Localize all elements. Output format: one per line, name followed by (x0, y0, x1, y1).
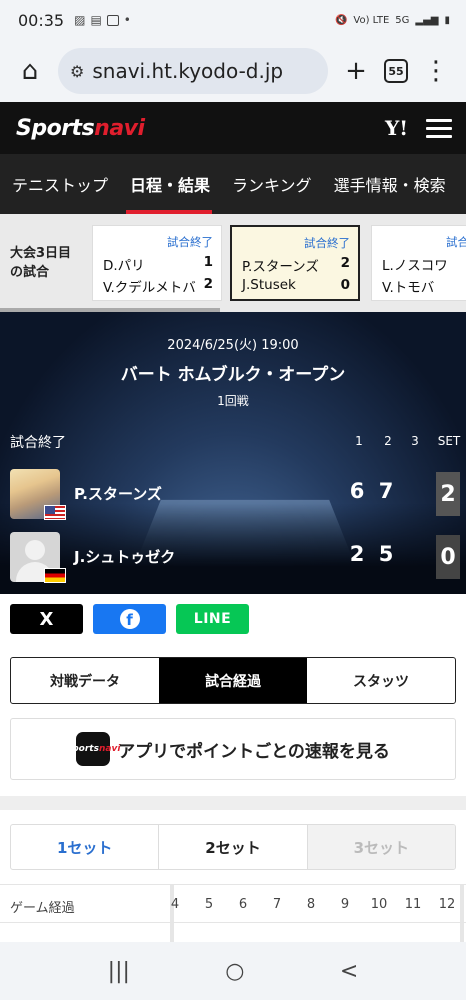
battery-icon: ▮ (444, 15, 450, 26)
tab-stats[interactable]: スタッツ (307, 658, 455, 703)
player-row[interactable]: P.スターンズ 6 7 2 (10, 469, 456, 519)
column-set2: 2 (378, 434, 398, 448)
share-facebook-button[interactable]: f (93, 604, 166, 634)
game-number: 8 (299, 897, 323, 912)
game-progress-table: ゲーム経過 4 5 6 7 8 9 10 11 12 (0, 884, 466, 944)
set1-score: 6 (345, 479, 369, 503)
mute-icon: 🔇 (335, 15, 347, 26)
calendar-icon: ▤ (90, 13, 101, 27)
tab-count: 55 (384, 59, 408, 83)
nav-tab-schedule-results[interactable]: 日程・結果 (118, 154, 220, 214)
nav-tab-tennis-top[interactable]: テニストップ (0, 154, 118, 214)
player-name: J.シュトゥゼク (74, 546, 175, 567)
usa-flag-icon (44, 505, 66, 520)
column-set3: 3 (405, 434, 425, 448)
match-status: 試合終了 (10, 432, 66, 452)
volte-label: Vo) LTE (353, 15, 389, 26)
sportsnavi-app-icon: Sports navi (76, 732, 110, 766)
status-time: 00:35 (18, 11, 64, 30)
strip-label: 大会3日目 の試合 (0, 244, 92, 282)
tab-switcher-button[interactable]: 55 (376, 51, 416, 91)
match-card[interactable]: 試合終了 D.パリ 1 V.クデルメトバ 2 (92, 225, 222, 301)
home-circle-icon[interactable]: ○ (225, 959, 244, 984)
game-number: 11 (401, 897, 425, 912)
tournament-name: バート ホムブルク・オープン (0, 360, 466, 385)
match-card[interactable]: 試合終了 L.ノスコワ V.トモバ (371, 225, 466, 301)
set2-score: 5 (374, 542, 398, 566)
signal-icon: ▂▄▆ (415, 15, 438, 26)
section-divider (0, 796, 466, 810)
game-number: 4 (163, 897, 187, 912)
site-header: Sportsnavi Y! (0, 102, 466, 154)
match-scoreboard: 2024/6/25(火) 19:00 バート ホムブルク・オープン 1回戦 試合… (0, 312, 466, 594)
new-tab-icon[interactable]: + (336, 51, 376, 91)
game-number: 7 (265, 897, 289, 912)
tab-match-progress[interactable]: 試合経過 (159, 658, 307, 703)
match-datetime: 2024/6/25(火) 19:00 (0, 334, 466, 353)
yahoo-logo[interactable]: Y! (385, 116, 408, 140)
facebook-logo-icon: f (120, 609, 140, 629)
nav-tab-ranking[interactable]: ランキング (220, 154, 322, 214)
dot-icon: • (124, 13, 131, 27)
set-tab-2[interactable]: 2セット (159, 825, 307, 869)
set-tab-3: 3セット (308, 825, 455, 869)
address-bar[interactable]: ⚙ snavi.ht.kyodo-d.jp (58, 48, 328, 94)
home-icon[interactable]: ⌂ (10, 51, 50, 91)
back-icon[interactable]: < (340, 959, 358, 984)
tab-head-to-head[interactable]: 対戦データ (11, 658, 159, 703)
nav-tab-player-search[interactable]: 選手情報・検索 (322, 154, 456, 214)
set2-score: 7 (374, 479, 398, 503)
player-name: P.スターンズ (74, 483, 162, 504)
sets-won: 0 (436, 535, 460, 579)
line-logo-icon: LINE (194, 611, 231, 627)
browser-toolbar: ⌂ ⚙ snavi.ht.kyodo-d.jp + 55 ⋮ (0, 40, 466, 102)
column-sets-total: SET (436, 434, 462, 448)
set-tab-1[interactable]: 1セット (11, 825, 159, 869)
site-settings-icon[interactable]: ⚙ (70, 62, 84, 81)
app-notification-icon (107, 15, 119, 26)
game-number: 9 (333, 897, 357, 912)
player-row[interactable]: J.シュトゥゼク 2 5 0 (10, 532, 456, 582)
android-nav-bar: ||| ○ < (0, 942, 466, 1000)
x-logo-icon: X (40, 609, 54, 630)
network-label: 5G (395, 15, 409, 26)
hamburger-menu-icon[interactable] (426, 119, 452, 138)
match-round: 1回戦 (0, 392, 466, 409)
game-progress-label: ゲーム経過 (10, 897, 75, 916)
view-tabs: 対戦データ 試合経過 スタッツ (10, 657, 456, 704)
app-promo-text: アプリでポイントごとの速報を見る (118, 737, 390, 762)
day-matches-strip: 大会3日目 の試合 試合終了 D.パリ 1 V.クデルメトバ 2 試合終了 P.スタ… (0, 214, 466, 312)
match-card-selected[interactable]: 試合終了 P.スターンズ 2 J.Stusek 0 (230, 225, 360, 301)
set1-score: 2 (345, 542, 369, 566)
game-number: 10 (367, 897, 391, 912)
more-menu-icon[interactable]: ⋮ (416, 51, 456, 91)
url-text: snavi.ht.kyodo-d.jp (92, 59, 283, 83)
game-number: 5 (197, 897, 221, 912)
app-promo-button[interactable]: Sports navi アプリでポイントごとの速報を見る (10, 718, 456, 780)
status-bar: 00:35 ▨ ▤ • 🔇 Vo) LTE 5G ▂▄▆ ▮ (0, 0, 466, 40)
set-tabs: 1セット 2セット 3セット (10, 824, 456, 870)
recents-icon[interactable]: ||| (108, 959, 130, 984)
share-line-button[interactable]: LINE (176, 604, 249, 634)
column-set1: 1 (349, 434, 369, 448)
gallery-icon: ▨ (74, 13, 85, 27)
share-buttons: X f LINE (10, 604, 249, 634)
sportsnavi-logo[interactable]: Sportsnavi (16, 116, 145, 141)
game-number: 12 (435, 897, 459, 912)
share-x-button[interactable]: X (10, 604, 83, 634)
germany-flag-icon (44, 568, 66, 583)
tennis-nav: テニストップ 日程・結果 ランキング 選手情報・検索 (0, 154, 466, 214)
sets-won: 2 (436, 472, 460, 516)
game-number: 6 (231, 897, 255, 912)
